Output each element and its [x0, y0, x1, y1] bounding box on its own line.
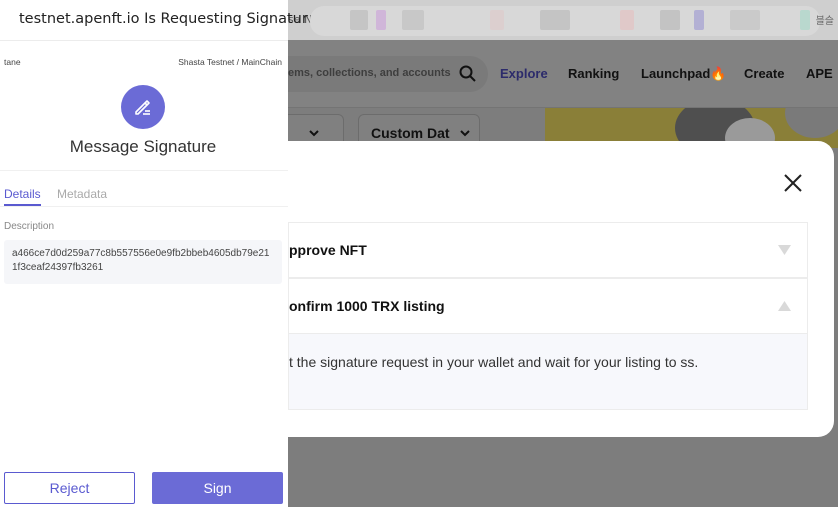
- tabs-divider: [0, 206, 288, 207]
- nav-ape[interactable]: APE: [806, 66, 833, 81]
- nav-launchpad-label: Launchpad: [641, 66, 711, 81]
- divider: [0, 40, 288, 41]
- step-label: onfirm 1000 TRX listing: [289, 298, 445, 314]
- step-label: pprove NFT: [289, 242, 367, 258]
- fire-icon: 🔥: [710, 66, 727, 81]
- triangle-up-icon: [778, 301, 791, 311]
- tab-details[interactable]: Details: [4, 187, 41, 206]
- site-search-input[interactable]: ems, collections, and accounts: [288, 56, 488, 92]
- tab-metadata[interactable]: Metadata: [57, 187, 107, 201]
- wallet-signature-popup: testnet.apenft.io Is Requesting Signatur…: [0, 0, 308, 507]
- listing-modal: pprove NFT onfirm 1000 TRX listing t the…: [278, 141, 834, 437]
- description-box: a466ce7d0d259a77c8b557556e0e9fb2bbeb4605…: [4, 240, 282, 284]
- description-value: a466ce7d0d259a77c8b557556e0e9fb2bbeb4605…: [12, 248, 270, 273]
- nav-ranking[interactable]: Ranking: [568, 66, 619, 81]
- account-name: tane: [4, 57, 21, 67]
- search-icon: [459, 65, 476, 82]
- step-confirm-listing[interactable]: onfirm 1000 TRX listing: [288, 278, 808, 334]
- close-icon[interactable]: [782, 172, 804, 194]
- custom-date-label: Custom Dat: [371, 125, 450, 141]
- nav-launchpad[interactable]: Launchpad🔥: [641, 66, 727, 82]
- nav-create[interactable]: Create: [744, 66, 784, 81]
- chevron-down-icon: [309, 130, 319, 137]
- browser-address-bar: se N 블슬: [288, 0, 838, 40]
- triangle-down-icon: [778, 245, 791, 255]
- step-confirm-body: t the signature request in your wallet a…: [288, 334, 808, 410]
- site-header: ems, collections, and accounts Explore R…: [288, 40, 838, 108]
- description-label: Description: [4, 221, 55, 232]
- browser-corner-text: 블슬: [815, 16, 834, 27]
- step-instructions: t the signature request in your wallet a…: [289, 354, 699, 370]
- edit-signature-icon: [121, 85, 165, 129]
- nav-explore[interactable]: Explore: [500, 66, 548, 81]
- sign-button[interactable]: Sign: [152, 472, 283, 504]
- message-signature-heading: Message Signature: [69, 137, 217, 156]
- step-approve-nft[interactable]: pprove NFT: [288, 222, 808, 278]
- reject-button[interactable]: Reject: [4, 472, 135, 504]
- blurred-address: [310, 6, 820, 36]
- popup-title: testnet.apenft.io Is Requesting Signatur: [19, 11, 308, 27]
- chevron-down-icon: [460, 130, 470, 137]
- search-placeholder: ems, collections, and accounts: [288, 67, 451, 79]
- divider: [0, 170, 288, 171]
- network-name: Shasta Testnet / MainChain: [178, 57, 282, 67]
